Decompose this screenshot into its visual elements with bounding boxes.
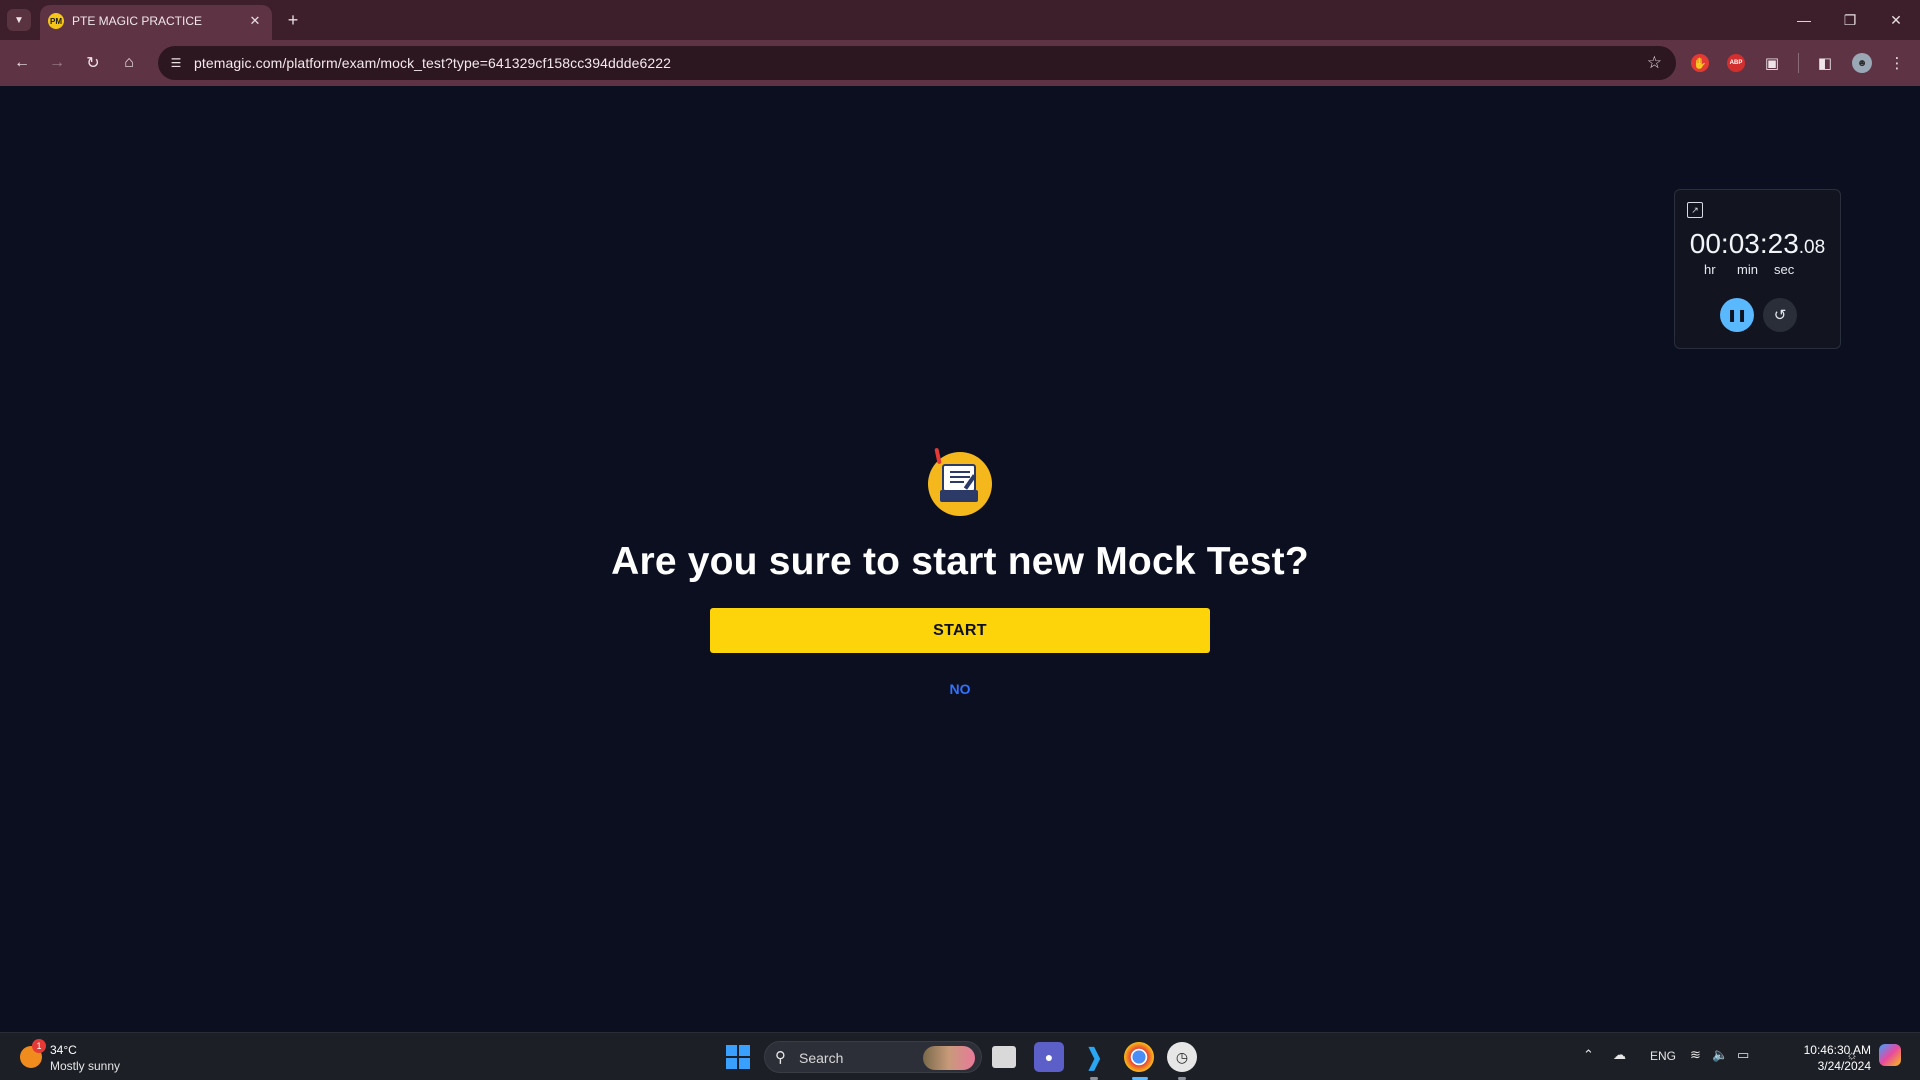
tab-search-button[interactable]: ▼: [7, 9, 31, 31]
stopwatch-time-main: 00:03:23: [1689, 228, 1799, 259]
weather-temperature[interactable]: 34°C: [50, 1043, 77, 1057]
profile-avatar[interactable]: ☻: [1852, 53, 1872, 73]
reload-icon[interactable]: ↻: [81, 51, 105, 75]
copilot-icon[interactable]: [1879, 1044, 1901, 1066]
wifi-icon[interactable]: ≋: [1690, 1047, 1701, 1063]
no-link: NO: [0, 681, 1920, 697]
extensions-puzzle-icon[interactable]: ▣: [1761, 52, 1783, 74]
browser-toolbar: ← → ↻ ⌂ ☰ ptemagic.com/platform/exam/moc…: [0, 40, 1920, 86]
volume-icon[interactable]: 🔈: [1712, 1047, 1728, 1063]
reset-icon[interactable]: ↺: [1763, 298, 1797, 332]
close-tab-icon[interactable]: ✕: [246, 12, 264, 30]
stopwatch-time: 00:03:23.08: [1675, 228, 1840, 260]
quiz-illustration-icon: [928, 447, 992, 516]
adblock-plus-icon[interactable]: ABP: [1727, 54, 1745, 72]
unit-min: min: [1737, 262, 1758, 277]
clock-app-icon[interactable]: ◷: [1167, 1042, 1197, 1072]
confirm-heading: Are you sure to start new Mock Test?: [611, 540, 1309, 583]
address-bar[interactable]: ☰ ptemagic.com/platform/exam/mock_test?t…: [158, 46, 1676, 80]
taskbar-search-placeholder: Search: [799, 1050, 844, 1066]
teams-icon[interactable]: ●: [1034, 1042, 1064, 1072]
site-info-icon[interactable]: ☰: [168, 55, 184, 71]
stopwatch-widget: ↗ 00:03:23.08 hr min sec ❚❚ ↺: [1674, 189, 1841, 349]
browser-tab-active[interactable]: PM PTE MAGIC PRACTICE ✕: [40, 5, 272, 40]
extension-red-icon[interactable]: ✋: [1691, 54, 1709, 72]
menu-kebab-icon[interactable]: ⋮: [1886, 52, 1908, 74]
taskbar-search[interactable]: ⚲ Search: [764, 1041, 982, 1073]
windows-taskbar: 1 34°C Mostly sunny ⚲ Search ● ❱ ◷ ⌃ ☁ E…: [0, 1032, 1920, 1080]
no-button[interactable]: NO: [950, 681, 971, 697]
back-arrow-icon[interactable]: ←: [10, 51, 34, 75]
start-button[interactable]: START: [710, 608, 1210, 653]
show-hidden-icons-icon[interactable]: ⌃: [1583, 1047, 1594, 1063]
side-panel-icon[interactable]: ◧: [1814, 52, 1836, 74]
site-favicon-icon: PM: [48, 13, 64, 29]
new-tab-button[interactable]: +: [281, 8, 305, 32]
weather-description[interactable]: Mostly sunny: [50, 1059, 120, 1073]
browser-tab-strip: ▼ PM PTE MAGIC PRACTICE ✕ + — ❐ ✕: [0, 0, 1920, 40]
file-explorer-icon[interactable]: [992, 1046, 1016, 1068]
unit-sec: sec: [1774, 262, 1795, 277]
search-icon: ⚲: [775, 1049, 786, 1066]
chrome-icon[interactable]: [1124, 1042, 1154, 1072]
clock-date[interactable]: 3/24/2024: [1818, 1059, 1871, 1073]
url-text: ptemagic.com/platform/exam/mock_test?typ…: [194, 55, 672, 71]
toolbar-divider: [1798, 53, 1799, 73]
chevron-down-icon: ▼: [14, 14, 24, 26]
stopwatch-time-fraction: .08: [1798, 237, 1826, 258]
battery-icon[interactable]: ▭: [1737, 1047, 1749, 1063]
notification-bell-icon[interactable]: ☼: [1846, 1047, 1858, 1062]
pause-icon[interactable]: ❚❚: [1720, 298, 1754, 332]
windows-start-icon[interactable]: [726, 1045, 750, 1069]
close-window-icon[interactable]: ✕: [1878, 6, 1914, 34]
minimize-window-icon[interactable]: —: [1786, 6, 1822, 34]
restore-window-icon[interactable]: ❐: [1832, 6, 1868, 34]
vscode-icon[interactable]: ❱: [1079, 1042, 1109, 1072]
expand-icon[interactable]: ↗: [1687, 202, 1703, 218]
home-icon[interactable]: ⌂: [117, 51, 141, 75]
clock-time[interactable]: 10:46:30 AM: [1804, 1043, 1871, 1057]
tab-title: PTE MAGIC PRACTICE: [72, 14, 203, 28]
language-indicator[interactable]: ENG: [1650, 1049, 1676, 1063]
search-highlight-art: [923, 1046, 975, 1070]
bookmark-star-icon[interactable]: ☆: [1647, 53, 1662, 73]
onedrive-cloud-icon[interactable]: ☁: [1613, 1047, 1626, 1063]
weather-notification-badge: 1: [32, 1039, 46, 1053]
unit-hr: hr: [1704, 262, 1716, 277]
forward-arrow-icon[interactable]: →: [45, 51, 69, 75]
